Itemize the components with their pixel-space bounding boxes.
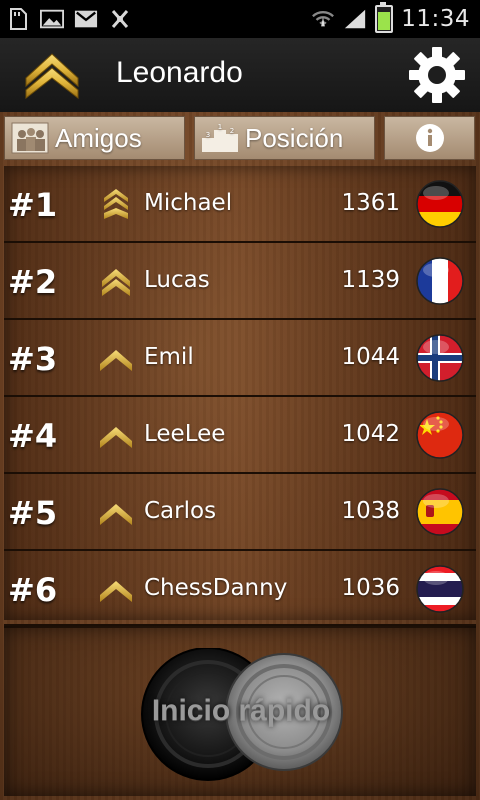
friends-icon	[11, 122, 49, 154]
rank-position: #4	[8, 417, 58, 455]
wifi-icon	[311, 8, 335, 30]
podium-icon: 1 3 2	[202, 123, 238, 152]
player-score: 1361	[341, 190, 400, 216]
leaderboard-row[interactable]: #6 ChessDanny 1036	[4, 551, 476, 628]
svg-text:2: 2	[230, 127, 234, 135]
player-name: LeeLee	[144, 421, 226, 447]
tab-bar: Amigos 1 3 2 Posición	[4, 116, 478, 162]
leaderboard-row[interactable]: #5 Carlos 1038	[4, 474, 476, 551]
info-icon	[415, 124, 444, 152]
signal-icon	[343, 8, 367, 30]
tab-friends[interactable]: Amigos	[4, 116, 185, 160]
tab-position-label: Posición	[245, 122, 344, 153]
leaderboard-list: #1 Michael 1361 #2 Lucas 1139 #3 Emil 10…	[4, 166, 476, 628]
private-icon	[100, 350, 132, 371]
corporal-chevron-icon[interactable]	[22, 50, 82, 100]
tab-position[interactable]: 1 3 2 Posición	[194, 116, 375, 160]
rank-position: #1	[8, 186, 58, 224]
rank-position: #6	[8, 571, 58, 609]
clock: 11:34	[401, 6, 470, 32]
france-flag-icon	[416, 257, 464, 305]
player-name: Leonardo	[116, 56, 243, 89]
gear-icon[interactable]	[408, 46, 466, 104]
corporal-icon	[102, 269, 130, 296]
gmail-icon	[74, 8, 98, 30]
staff-sergeant-icon	[104, 189, 128, 219]
quick-start-button[interactable]	[136, 648, 346, 798]
player-score: 1036	[341, 575, 400, 601]
spain-flag-icon	[416, 488, 464, 536]
player-name: Michael	[144, 190, 233, 216]
player-name: ChessDanny	[144, 575, 288, 601]
germany-flag-icon	[416, 180, 464, 228]
tab-info[interactable]	[384, 116, 475, 160]
leaderboard-row[interactable]: #4 LeeLee 1042	[4, 397, 476, 474]
usb-debug-icon	[108, 8, 132, 30]
leaderboard-row[interactable]: #3 Emil 1044	[4, 320, 476, 397]
status-bar: 11:34	[0, 0, 480, 38]
player-score: 1038	[341, 498, 400, 524]
rank-position: #5	[8, 494, 58, 532]
private-icon	[100, 504, 132, 525]
player-score: 1042	[341, 421, 400, 447]
player-name: Emil	[144, 344, 194, 370]
leaderboard-row[interactable]: #1 Michael 1361	[4, 166, 476, 243]
app-header: Leonardo	[0, 38, 480, 114]
image-icon	[40, 8, 64, 30]
private-icon	[100, 427, 132, 448]
thailand-flag-icon	[416, 565, 464, 613]
leaderboard-row[interactable]: #2 Lucas 1139	[4, 243, 476, 320]
player-name: Lucas	[144, 267, 210, 293]
sd-card-icon	[6, 8, 30, 30]
player-name: Carlos	[144, 498, 217, 524]
player-score: 1139	[341, 267, 400, 293]
svg-text:3: 3	[206, 131, 210, 139]
rank-position: #3	[8, 340, 58, 378]
tab-friends-label: Amigos	[55, 122, 142, 153]
player-score: 1044	[341, 344, 400, 370]
svg-text:1: 1	[218, 123, 222, 131]
china-flag-icon	[416, 411, 464, 459]
private-icon	[100, 581, 132, 602]
battery-icon	[375, 2, 394, 33]
rank-position: #2	[8, 263, 58, 301]
norway-flag-icon	[416, 334, 464, 382]
